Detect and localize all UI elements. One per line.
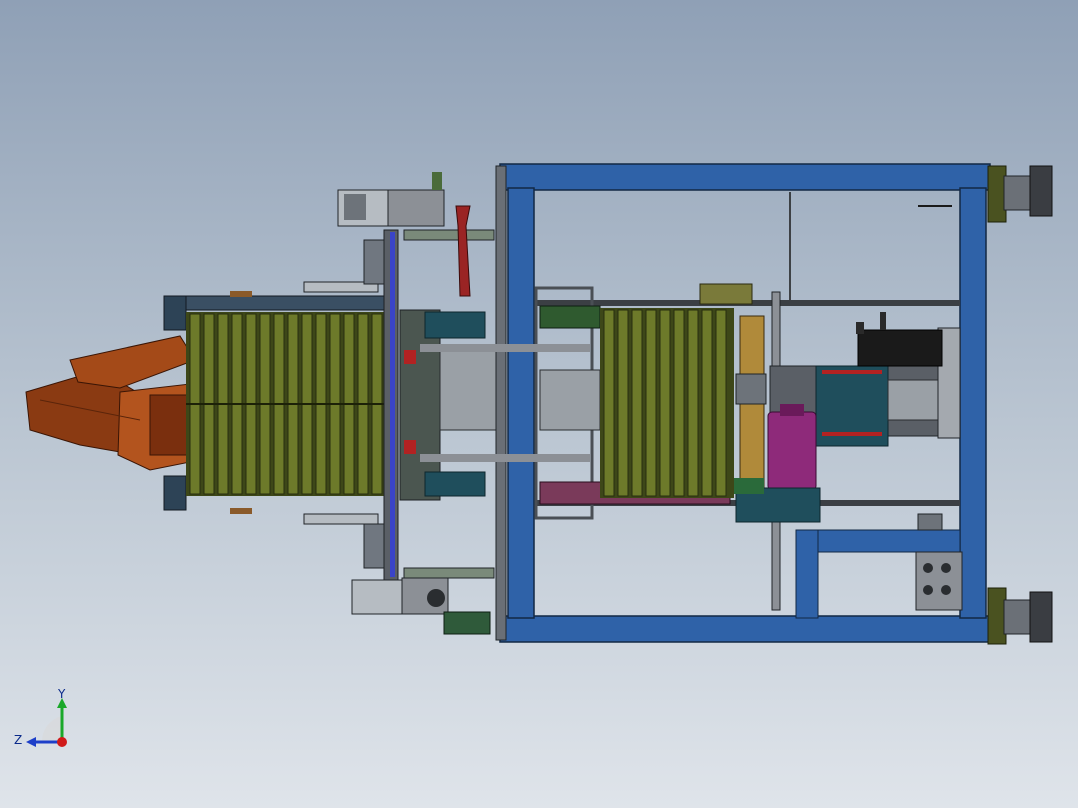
valve-cluster [915,513,963,611]
top-actuator-group [303,172,495,297]
z-axis-label: Z [14,733,22,747]
servo-motor-icon [856,312,943,367]
y-axis-label: Y [57,687,66,701]
z-axis-arrow [26,737,36,747]
origin-point [57,737,67,747]
bottom-actuator-group [303,513,495,635]
cad-viewport[interactable]: Y Z [0,0,1078,808]
coordinate-triad: Y Z [14,687,67,747]
machine-assembly[interactable] [0,0,1078,808]
right-comb-stack [600,283,753,498]
center-mount-column [383,229,501,581]
robot-arm-icon [25,335,201,471]
left-comb-stack [186,312,386,496]
caster-wheel-icon [987,165,1053,645]
